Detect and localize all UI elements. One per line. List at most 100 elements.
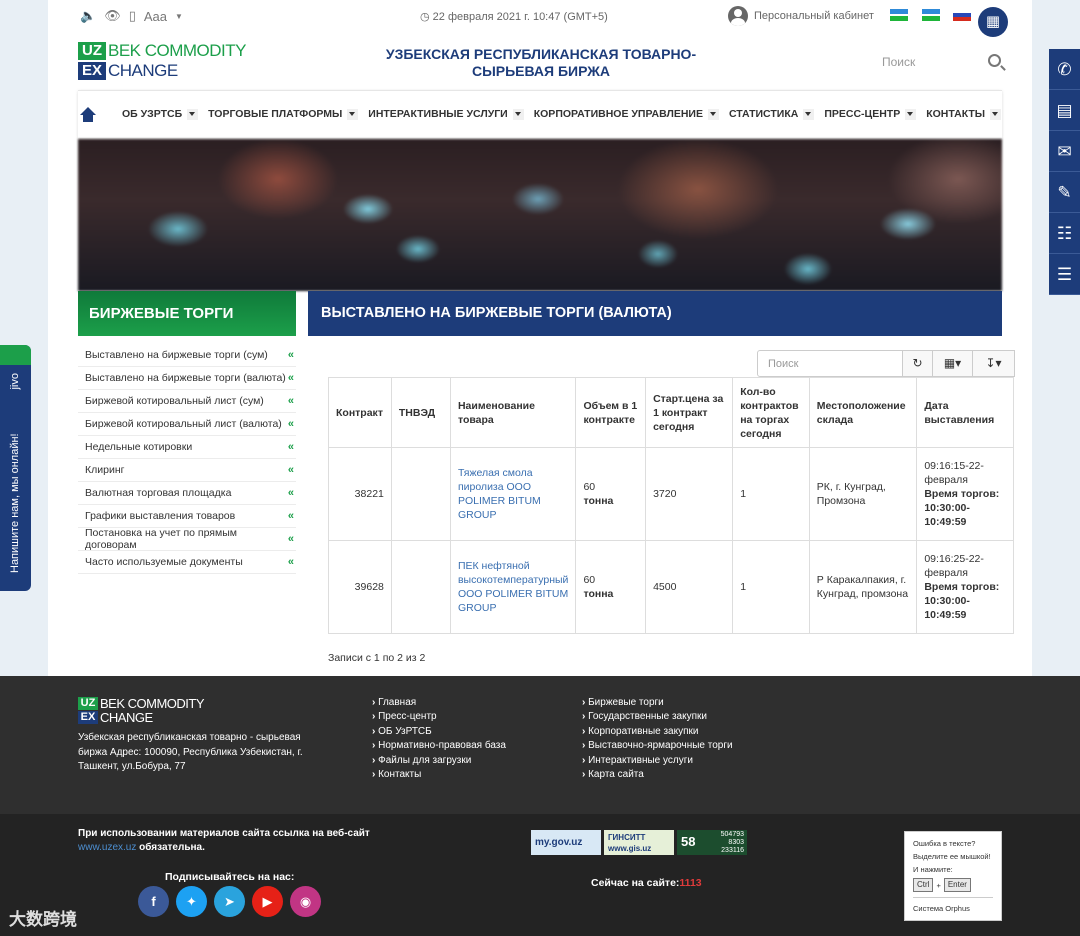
- nav-item-about[interactable]: ОБ УЗРТСБ: [122, 108, 199, 120]
- sidebar-item[interactable]: Постановка на учет по прямым договорам «: [78, 527, 296, 551]
- col-header[interactable]: Дата выставления: [916, 377, 1014, 448]
- facebook-icon[interactable]: f: [138, 886, 169, 917]
- telegram-icon[interactable]: ➤: [214, 886, 245, 917]
- footer-link[interactable]: Главная: [372, 696, 506, 710]
- caret-down-icon[interactable]: [187, 108, 199, 120]
- cell-product-link[interactable]: Тяжелая смола пиролиза ООО POLIMER BITUM…: [449, 447, 577, 541]
- footer-link[interactable]: Государственные закупки: [582, 710, 733, 724]
- orphus-widget[interactable]: Ошибка в тексте? Выделите ее мышкой! И н…: [904, 831, 1002, 921]
- date-text: 22 февраля 2021 г. 10:47 (GMT+5): [432, 11, 608, 23]
- export-icon[interactable]: ↧▾: [973, 350, 1015, 377]
- cell-location: Р Каракалпакия, г. Кунград, промзона: [808, 540, 918, 634]
- double-chevron-left-icon: «: [287, 464, 294, 476]
- personal-cabinet-link[interactable]: Персональный кабинет: [728, 6, 874, 26]
- table-search-input[interactable]: Поиск: [757, 350, 903, 377]
- nav-label: КОРПОРАТИВНОЕ УПРАВЛЕНИЕ: [533, 108, 703, 120]
- footer-link[interactable]: Выставочно-ярмарочные торги: [582, 739, 732, 753]
- font-size-toggle[interactable]: Aaa: [144, 9, 167, 24]
- site-link[interactable]: www.uzex.uz: [78, 842, 136, 853]
- nav-item-contacts[interactable]: КОНТАКТЫ: [926, 108, 1002, 120]
- caret-down-icon[interactable]: [347, 108, 359, 120]
- search-icon[interactable]: [988, 54, 1001, 67]
- sidebar-item[interactable]: Биржевой котировальный лист (сум) «: [78, 390, 296, 413]
- twitter-icon[interactable]: ✦: [176, 886, 207, 917]
- double-chevron-left-icon: «: [287, 418, 294, 430]
- apps-grid-icon[interactable]: ▦: [978, 7, 1008, 37]
- gis-badge[interactable]: ГИНСИТТ www.gis.uz: [604, 830, 674, 855]
- eye-icon[interactable]: 👁: [104, 8, 121, 24]
- double-chevron-left-icon: «: [287, 487, 294, 499]
- footer-top: UZ EX BEK COMMODITY CHANGE Узбекская рес…: [0, 676, 1080, 814]
- instagram-icon[interactable]: ◉: [290, 886, 321, 917]
- jivo-chat-widget[interactable]: Напишите нам, мы онлайн! jivo: [0, 345, 31, 591]
- col-header[interactable]: Контракт: [328, 377, 392, 448]
- sidebar-item[interactable]: Недельные котировки «: [78, 436, 296, 459]
- phone-icon[interactable]: ✆: [1049, 49, 1080, 90]
- col-header[interactable]: Старт.цена за 1 контракт сегодня: [645, 377, 734, 448]
- table-header-row: Контракт ТНВЭД Наименование товара Объем…: [328, 377, 1014, 448]
- youtube-icon[interactable]: ▶: [252, 886, 283, 917]
- sidebar-item[interactable]: Клиринг «: [78, 459, 296, 482]
- nav-item-press-center[interactable]: ПРЕСС-ЦЕНТР: [824, 108, 917, 120]
- sidebar-item[interactable]: Биржевой котировальный лист (валюта) «: [78, 413, 296, 436]
- sidebar-item[interactable]: Валютная торговая площадка «: [78, 482, 296, 505]
- header-search-input[interactable]: Поиск: [882, 55, 915, 69]
- document-icon[interactable]: ☰: [1049, 254, 1080, 295]
- sidebar-item[interactable]: Выставлено на биржевые торги (сум) «: [78, 344, 296, 367]
- refresh-icon[interactable]: ↻: [903, 350, 933, 377]
- caret-down-icon[interactable]: [707, 108, 719, 120]
- note-text: При использовании материалов сайта ссылк…: [78, 828, 370, 839]
- caret-down-icon[interactable]: [905, 108, 917, 120]
- home-icon[interactable]: [80, 107, 96, 123]
- footer-link[interactable]: Интерактивные услуги: [582, 754, 733, 768]
- col-header[interactable]: Наименование товара: [449, 377, 577, 448]
- mygov-badge[interactable]: my.gov.uz: [531, 830, 601, 855]
- footer-logo[interactable]: UZ EX BEK COMMODITY CHANGE: [78, 697, 228, 725]
- documents-icon[interactable]: ☷: [1049, 213, 1080, 254]
- footer-link[interactable]: Контакты: [372, 768, 506, 782]
- lang-uz-cyrillic-flag[interactable]: [922, 9, 940, 21]
- col-header[interactable]: Объем в 1 контракте: [575, 377, 647, 448]
- lang-ru-flag[interactable]: [953, 9, 971, 21]
- nav-label: ТОРГОВЫЕ ПЛАТФОРМЫ: [208, 108, 343, 120]
- sidebar-item[interactable]: Часто используемые документы «: [78, 551, 296, 574]
- col-header[interactable]: Местоположение склада: [808, 377, 918, 448]
- edit-icon[interactable]: ✎: [1049, 172, 1080, 213]
- font-size-caret-icon[interactable]: ▼: [175, 12, 183, 21]
- sidebar-item[interactable]: Графики выставления товаров «: [78, 505, 296, 528]
- nav-item-statistics[interactable]: СТАТИСТИКА: [729, 108, 815, 120]
- site-logo[interactable]: UZ EX BEK COMMODITY CHANGE: [78, 42, 248, 82]
- clock-icon: ◷: [420, 11, 430, 23]
- right-quick-bar: ✆ ▤ ✉ ✎ ☷ ☰: [1049, 49, 1080, 295]
- nav-item-corporate-governance[interactable]: КОРПОРАТИВНОЕ УПРАВЛЕНИЕ: [534, 108, 719, 120]
- chat-icon[interactable]: ✉: [1049, 131, 1080, 172]
- caret-down-icon[interactable]: [512, 108, 524, 120]
- col-header[interactable]: ТНВЭД: [390, 377, 451, 448]
- caret-down-icon[interactable]: [990, 108, 1002, 120]
- cell-date: 09:16:25-22-февраля Время торгов: 10:30:0…: [916, 540, 1014, 634]
- social-links: f ✦ ➤ ▶ ◉: [138, 886, 321, 917]
- cell-tnved: [390, 540, 451, 634]
- nav-item-trading-platforms[interactable]: ТОРГОВЫЕ ПЛАТФОРМЫ: [208, 108, 359, 120]
- sidebar-item-label: Биржевой котировальный лист (сум): [85, 395, 264, 407]
- columns-icon[interactable]: ▦▾: [933, 350, 973, 377]
- footer-link[interactable]: ОБ УзРТСБ: [372, 725, 506, 739]
- sidebar-item[interactable]: Выставлено на биржевые торги (валюта) «: [78, 367, 296, 390]
- visitor-counter-badge[interactable]: 58 504793 8303 233116: [677, 830, 747, 855]
- footer-link[interactable]: Биржевые торги: [582, 696, 733, 710]
- orphus-line: Выделите ее мышкой!: [913, 852, 991, 861]
- footer-link[interactable]: Карта сайта: [582, 768, 733, 782]
- speaker-icon[interactable]: 🔈: [80, 8, 96, 24]
- footer-link[interactable]: Пресс-центр: [372, 710, 506, 724]
- lang-uz-latin-flag[interactable]: [890, 9, 908, 21]
- counter-line: 8303: [728, 839, 744, 846]
- footer-link[interactable]: Файлы для загрузки: [372, 754, 506, 768]
- mobile-icon[interactable]: ▯: [129, 8, 136, 24]
- cell-product-link[interactable]: ПЕК нефтяной высокотемпературный ООО POL…: [449, 540, 577, 634]
- nav-item-interactive-services[interactable]: ИНТЕРАКТИВНЫЕ УСЛУГИ: [368, 108, 524, 120]
- footer-link[interactable]: Корпоративные закупки: [582, 725, 733, 739]
- fax-icon[interactable]: ▤: [1049, 90, 1080, 131]
- col-header[interactable]: Кол-во контрактов на торгах сегодня: [732, 377, 810, 448]
- caret-down-icon[interactable]: [803, 108, 815, 120]
- footer-link[interactable]: Нормативно-правовая база: [372, 739, 506, 753]
